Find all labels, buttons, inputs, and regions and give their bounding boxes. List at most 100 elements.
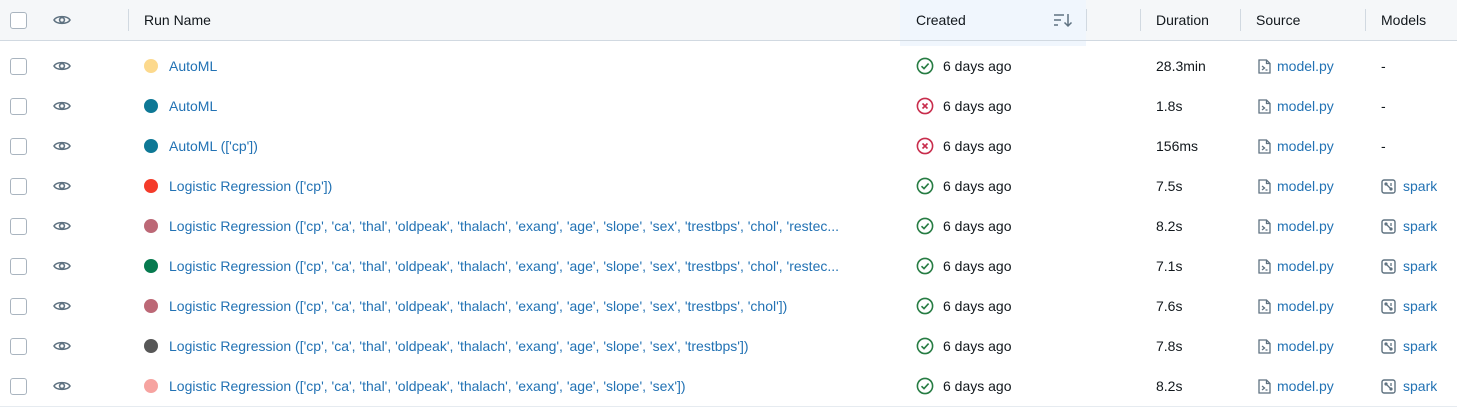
eye-icon bbox=[53, 381, 71, 391]
visibility-toggle[interactable] bbox=[53, 126, 71, 166]
source-cell: model.py bbox=[1258, 246, 1334, 286]
check-circle-icon bbox=[916, 377, 934, 395]
run-name-link[interactable]: Logistic Regression (['cp', 'ca', 'thal'… bbox=[169, 298, 787, 314]
table-row[interactable]: AutoML 6 days ago 28.3min model.py - bbox=[0, 46, 1457, 87]
column-divider[interactable] bbox=[1140, 9, 1141, 31]
source-link[interactable]: model.py bbox=[1277, 218, 1334, 234]
row-checkbox[interactable] bbox=[10, 177, 27, 195]
run-color-dot[interactable] bbox=[144, 99, 158, 113]
created-time: 6 days ago bbox=[943, 138, 1012, 154]
source-link[interactable]: model.py bbox=[1277, 138, 1334, 154]
created-time: 6 days ago bbox=[943, 298, 1012, 314]
table-row[interactable]: Logistic Regression (['cp', 'ca', 'thal'… bbox=[0, 206, 1457, 247]
table-row[interactable]: Logistic Regression (['cp', 'ca', 'thal'… bbox=[0, 326, 1457, 367]
row-select-cell bbox=[10, 86, 27, 126]
visibility-toggle[interactable] bbox=[53, 286, 71, 326]
source-link[interactable]: model.py bbox=[1277, 378, 1334, 394]
source-cell: model.py bbox=[1258, 166, 1334, 206]
table-row[interactable]: Logistic Regression (['cp', 'ca', 'thal'… bbox=[0, 286, 1457, 327]
source-link[interactable]: model.py bbox=[1277, 58, 1334, 74]
table-row[interactable]: AutoML 6 days ago 1.8s model.py - bbox=[0, 86, 1457, 127]
source-link[interactable]: model.py bbox=[1277, 98, 1334, 114]
run-name-cell: Logistic Regression (['cp']) bbox=[144, 166, 889, 206]
source-header[interactable]: Source bbox=[1256, 0, 1300, 40]
models-cell: spark bbox=[1381, 206, 1437, 246]
row-checkbox[interactable] bbox=[10, 297, 27, 315]
created-cell: 6 days ago bbox=[916, 126, 1012, 166]
table-row[interactable]: Logistic Regression (['cp', 'ca', 'thal'… bbox=[0, 246, 1457, 287]
run-name-link[interactable]: AutoML bbox=[169, 98, 217, 114]
x-circle-icon bbox=[916, 137, 934, 155]
sort-button[interactable] bbox=[1053, 0, 1073, 40]
model-link[interactable]: spark bbox=[1403, 258, 1437, 274]
notebook-file-icon bbox=[1258, 298, 1271, 314]
column-divider[interactable] bbox=[1365, 9, 1366, 31]
duration-header[interactable]: Duration bbox=[1156, 0, 1209, 40]
model-value: - bbox=[1381, 98, 1386, 114]
visibility-toggle[interactable] bbox=[53, 246, 71, 286]
table-row[interactable]: Logistic Regression (['cp']) 6 days ago … bbox=[0, 166, 1457, 207]
notebook-file-icon bbox=[1258, 378, 1271, 394]
model-link[interactable]: spark bbox=[1403, 218, 1437, 234]
run-name-link[interactable]: AutoML bbox=[169, 58, 217, 74]
run-color-dot[interactable] bbox=[144, 379, 158, 393]
source-link[interactable]: model.py bbox=[1277, 338, 1334, 354]
check-circle-icon bbox=[916, 217, 934, 235]
column-divider[interactable] bbox=[1240, 9, 1241, 31]
check-circle-icon bbox=[916, 257, 934, 275]
table-row[interactable]: Logistic Regression (['cp', 'ca', 'thal'… bbox=[0, 366, 1457, 407]
row-checkbox[interactable] bbox=[10, 57, 27, 75]
run-color-dot[interactable] bbox=[144, 339, 158, 353]
created-cell: 6 days ago bbox=[916, 86, 1012, 126]
table-row[interactable]: AutoML (['cp']) 6 days ago 156ms model.p… bbox=[0, 126, 1457, 167]
run-color-dot[interactable] bbox=[144, 299, 158, 313]
column-divider[interactable] bbox=[128, 9, 129, 31]
visibility-toggle[interactable] bbox=[53, 366, 71, 406]
run-color-dot[interactable] bbox=[144, 59, 158, 73]
visibility-toggle[interactable] bbox=[53, 166, 71, 206]
visibility-toggle[interactable] bbox=[53, 206, 71, 246]
run-color-dot[interactable] bbox=[144, 259, 158, 273]
row-checkbox[interactable] bbox=[10, 377, 27, 395]
visibility-toggle[interactable] bbox=[53, 86, 71, 126]
models-header[interactable]: Models bbox=[1381, 0, 1426, 40]
row-checkbox[interactable] bbox=[10, 257, 27, 275]
visibility-toggle[interactable] bbox=[53, 326, 71, 366]
run-name-link[interactable]: AutoML (['cp']) bbox=[169, 138, 258, 154]
run-name-cell: AutoML bbox=[144, 86, 889, 126]
model-link[interactable]: spark bbox=[1403, 378, 1437, 394]
model-link[interactable]: spark bbox=[1403, 338, 1437, 354]
run-name-link[interactable]: Logistic Regression (['cp']) bbox=[169, 178, 332, 194]
notebook-file-icon bbox=[1258, 338, 1271, 354]
created-time: 6 days ago bbox=[943, 58, 1012, 74]
created-header[interactable]: Created bbox=[916, 0, 966, 40]
model-link[interactable]: spark bbox=[1403, 298, 1437, 314]
run-name-cell: Logistic Regression (['cp', 'ca', 'thal'… bbox=[144, 286, 889, 326]
duration-value: 7.1s bbox=[1156, 258, 1183, 274]
run-color-dot[interactable] bbox=[144, 139, 158, 153]
visibility-header[interactable] bbox=[53, 0, 71, 40]
run-name-header[interactable]: Run Name bbox=[144, 0, 211, 40]
row-checkbox[interactable] bbox=[10, 337, 27, 355]
row-select-cell bbox=[10, 166, 27, 206]
source-link[interactable]: model.py bbox=[1277, 258, 1334, 274]
model-link[interactable]: spark bbox=[1403, 178, 1437, 194]
run-color-dot[interactable] bbox=[144, 219, 158, 233]
visibility-toggle[interactable] bbox=[53, 46, 71, 86]
created-cell: 6 days ago bbox=[916, 246, 1012, 286]
select-all-checkbox[interactable] bbox=[10, 11, 27, 29]
run-name-link[interactable]: Logistic Regression (['cp', 'ca', 'thal'… bbox=[169, 378, 686, 394]
row-checkbox[interactable] bbox=[10, 137, 27, 155]
run-color-dot[interactable] bbox=[144, 179, 158, 193]
row-checkbox[interactable] bbox=[10, 217, 27, 235]
duration-value: 7.8s bbox=[1156, 338, 1183, 354]
run-name-link[interactable]: Logistic Regression (['cp', 'ca', 'thal'… bbox=[169, 338, 749, 354]
row-checkbox[interactable] bbox=[10, 97, 27, 115]
run-name-link[interactable]: Logistic Regression (['cp', 'ca', 'thal'… bbox=[169, 218, 839, 234]
source-link[interactable]: model.py bbox=[1277, 298, 1334, 314]
column-divider[interactable] bbox=[1086, 9, 1087, 31]
run-name-link[interactable]: Logistic Regression (['cp', 'ca', 'thal'… bbox=[169, 258, 839, 274]
source-link[interactable]: model.py bbox=[1277, 178, 1334, 194]
model-value: - bbox=[1381, 138, 1386, 154]
notebook-file-icon bbox=[1258, 98, 1271, 114]
